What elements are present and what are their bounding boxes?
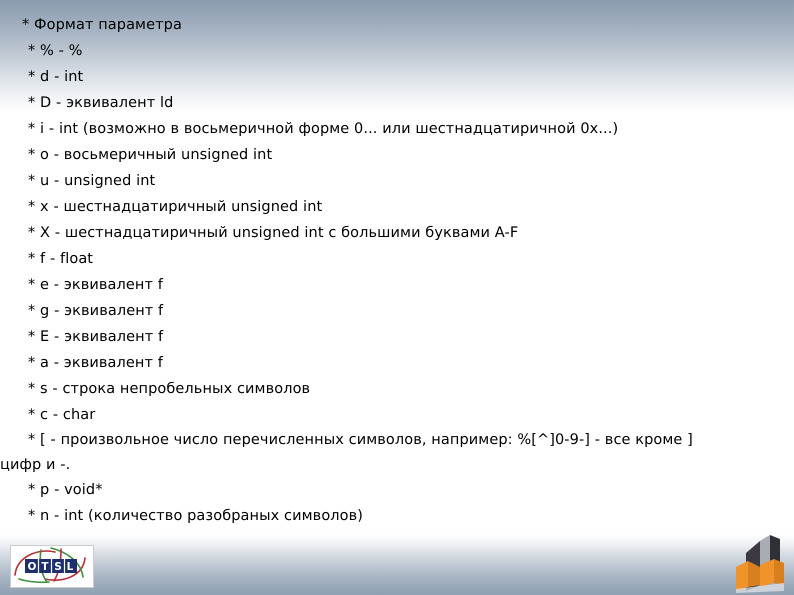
otsl-logo: O T S L (10, 545, 94, 588)
text-line-item: * u - unsigned int (28, 173, 156, 189)
svg-text:T: T (41, 561, 49, 573)
text-line-item: * c - char (28, 407, 96, 423)
text-line-item: * d - int (28, 69, 84, 85)
text-line-item: * a - эквивалент f (28, 355, 163, 371)
corner-3d-graphic (730, 535, 792, 595)
text-line-item: * n - int (количество разобраных символо… (28, 508, 364, 524)
text-line-item: * X - шестнадцатиричный unsigned int с б… (28, 225, 519, 241)
text-line-item: * E - эквивалент f (28, 329, 164, 345)
text-line-heading: * Формат параметра (22, 17, 182, 33)
bottom-gradient-band (0, 535, 794, 595)
text-line-item: * i - int (возможно в восьмеричной форме… (28, 121, 619, 137)
text-line-item: * e - эквивалент f (28, 277, 163, 293)
text-line-item: * [ - произвольное число перечисленных с… (28, 432, 693, 448)
svg-text:S: S (54, 561, 62, 573)
svg-text:L: L (67, 561, 74, 573)
text-line-item: * p - void* (28, 482, 103, 498)
text-line-item: * D - эквивалент ld (28, 95, 174, 111)
text-line-item: * % - % (28, 43, 83, 59)
text-line-item: * g - эквивалент f (28, 303, 164, 319)
text-line-item: * x - шестнадцатиричный unsigned int (28, 199, 323, 215)
text-line-wrap: цифр и -. (0, 457, 71, 473)
text-line-item: * f - float (28, 251, 94, 267)
text-line-item: * s - строка непробельных символов (28, 381, 311, 397)
text-line-item: * o - восьмеричный unsigned int (28, 147, 273, 163)
slide: * Формат параметра * % - % * d - int * D… (0, 0, 794, 595)
svg-text:O: O (28, 561, 37, 573)
